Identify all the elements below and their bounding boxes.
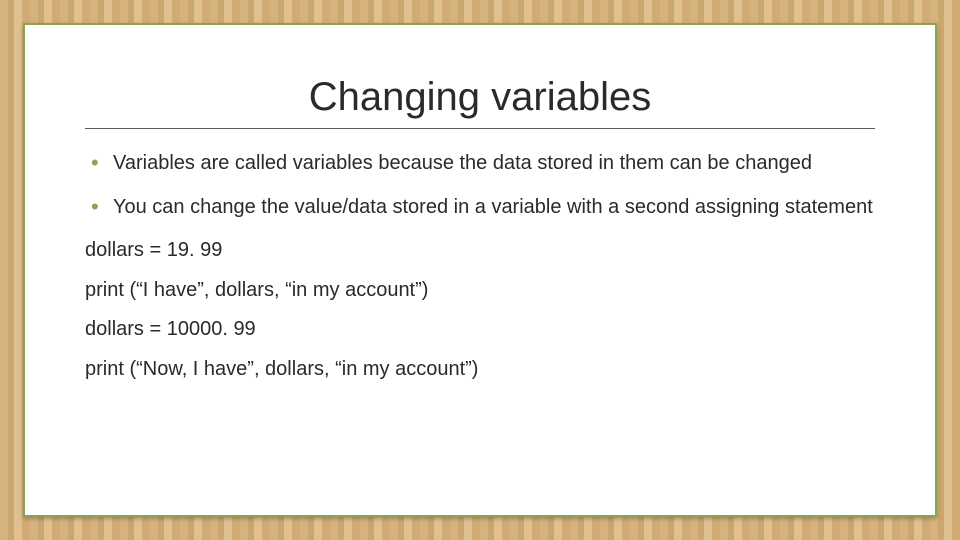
- bullet-list: Variables are called variables because t…: [85, 151, 875, 220]
- bullet-item: You can change the value/data stored in …: [85, 195, 875, 221]
- code-line: dollars = 19. 99: [85, 238, 875, 264]
- slide-title: Changing variables: [85, 75, 875, 120]
- slide-background: Changing variables Variables are called …: [0, 0, 960, 540]
- code-line: print (“I have”, dollars, “in my account…: [85, 278, 875, 304]
- title-underline: [85, 128, 875, 129]
- code-line: print (“Now, I have”, dollars, “in my ac…: [85, 357, 875, 383]
- code-line: dollars = 10000. 99: [85, 317, 875, 343]
- bullet-item: Variables are called variables because t…: [85, 151, 875, 177]
- slide-panel: Changing variables Variables are called …: [23, 23, 937, 517]
